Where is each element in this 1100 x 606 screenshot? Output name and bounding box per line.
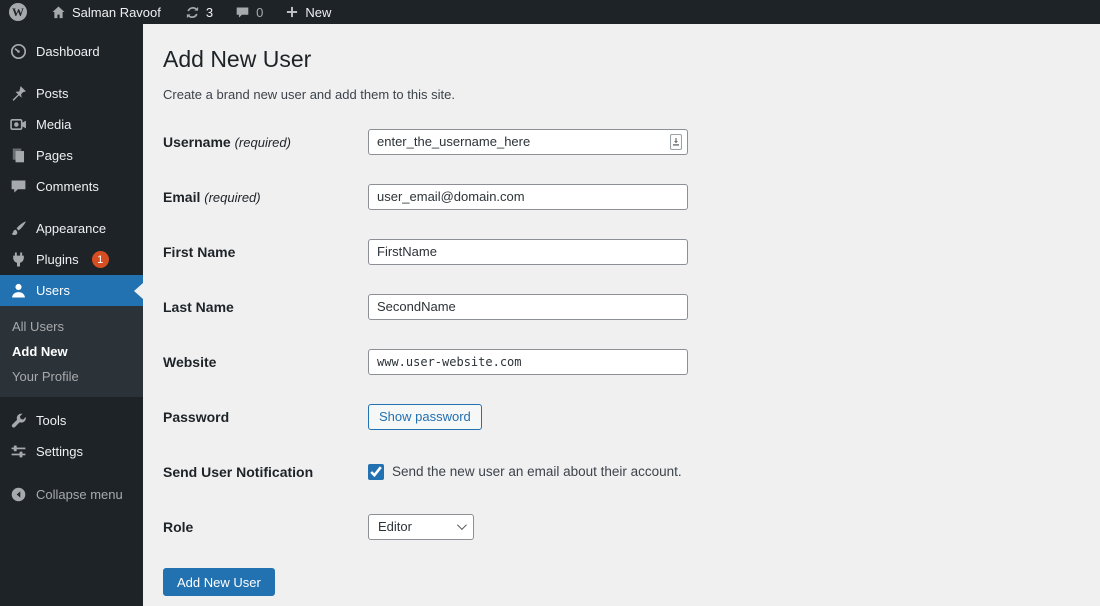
submenu-label: All Users bbox=[12, 319, 64, 334]
sidebar-item-appearance[interactable]: Appearance bbox=[0, 213, 143, 244]
add-user-form: Username (required) Email (required) bbox=[163, 114, 1080, 596]
sidebar-item-comments[interactable]: Comments bbox=[0, 171, 143, 202]
sidebar-item-collapse-menu[interactable]: Collapse menu bbox=[0, 479, 143, 510]
site-name-menu[interactable]: Salman Ravoof bbox=[43, 0, 169, 24]
plug-icon bbox=[10, 251, 27, 268]
updates-menu[interactable]: 3 bbox=[177, 0, 221, 24]
first-name-input[interactable] bbox=[368, 239, 688, 265]
sliders-icon bbox=[10, 443, 27, 460]
last-name-input[interactable] bbox=[368, 294, 688, 320]
sidebar-item-users[interactable]: Users bbox=[0, 275, 143, 306]
comment-bubble-icon bbox=[235, 5, 250, 20]
add-new-user-submit-button[interactable]: Add New User bbox=[163, 568, 275, 596]
admin-sidebar: Dashboard Posts Media Pages Commen bbox=[0, 24, 143, 606]
menu-separator bbox=[0, 467, 143, 479]
form-row-first-name: First Name bbox=[163, 224, 1080, 279]
role-selected-value: Editor bbox=[378, 519, 412, 534]
sidebar-item-plugins[interactable]: Plugins 1 bbox=[0, 244, 143, 275]
sidebar-label: Settings bbox=[36, 444, 83, 459]
extension-autofill-icon[interactable] bbox=[670, 134, 682, 150]
chevron-down-icon bbox=[457, 520, 467, 530]
first-name-label: First Name bbox=[163, 244, 368, 260]
notification-checkbox[interactable] bbox=[368, 464, 384, 480]
sidebar-item-posts[interactable]: Posts bbox=[0, 78, 143, 109]
form-row-notification: Send User Notification Send the new user… bbox=[163, 444, 1080, 499]
submenu-label: Add New bbox=[12, 344, 68, 359]
updates-icon bbox=[185, 5, 200, 20]
paintbrush-icon bbox=[10, 220, 27, 237]
main-content: Add New User Create a brand new user and… bbox=[143, 24, 1100, 606]
sidebar-label: Dashboard bbox=[36, 44, 100, 59]
admin-top-bar: W Salman Ravoof 3 0 bbox=[0, 0, 1100, 24]
password-label: Password bbox=[163, 409, 368, 425]
form-row-username: Username (required) bbox=[163, 114, 1080, 169]
sidebar-item-settings[interactable]: Settings bbox=[0, 436, 143, 467]
dashboard-gauge-icon bbox=[10, 43, 27, 60]
sidebar-label: Appearance bbox=[36, 221, 106, 236]
wrench-icon bbox=[10, 412, 27, 429]
sidebar-label: Posts bbox=[36, 86, 69, 101]
notification-label: Send User Notification bbox=[163, 464, 368, 480]
submenu-label: Your Profile bbox=[12, 369, 79, 384]
updates-count: 3 bbox=[206, 5, 213, 20]
website-label: Website bbox=[163, 354, 368, 370]
collapse-arrow-icon bbox=[10, 486, 27, 503]
submenu-item-your-profile[interactable]: Your Profile bbox=[0, 364, 143, 389]
required-note: (required) bbox=[204, 190, 260, 205]
sidebar-label: Users bbox=[36, 283, 70, 298]
required-note: (required) bbox=[235, 135, 291, 150]
role-label: Role bbox=[163, 519, 368, 535]
wordpress-admin-screen: W Salman Ravoof 3 0 bbox=[0, 0, 1100, 606]
plus-icon bbox=[285, 5, 299, 19]
plugins-update-badge: 1 bbox=[92, 251, 109, 268]
email-label: Email (required) bbox=[163, 189, 368, 205]
form-row-website: Website bbox=[163, 334, 1080, 389]
email-input[interactable] bbox=[368, 184, 688, 210]
sidebar-item-media[interactable]: Media bbox=[0, 109, 143, 140]
show-password-button[interactable]: Show password bbox=[368, 404, 482, 430]
new-label: New bbox=[305, 5, 331, 20]
pushpin-icon bbox=[10, 85, 27, 102]
menu-separator bbox=[0, 202, 143, 213]
users-submenu: All Users Add New Your Profile bbox=[0, 306, 143, 397]
comments-menu[interactable]: 0 bbox=[227, 0, 271, 24]
website-input[interactable] bbox=[368, 349, 688, 375]
username-input[interactable] bbox=[368, 129, 688, 155]
menu-separator bbox=[0, 397, 143, 405]
role-select[interactable]: Editor bbox=[368, 514, 474, 540]
submenu-item-add-new[interactable]: Add New bbox=[0, 339, 143, 364]
comments-count: 0 bbox=[256, 5, 263, 20]
sidebar-item-dashboard[interactable]: Dashboard bbox=[0, 36, 143, 67]
form-row-last-name: Last Name bbox=[163, 279, 1080, 334]
sidebar-label: Pages bbox=[36, 148, 73, 163]
sidebar-label: Plugins bbox=[36, 252, 79, 267]
sidebar-label: Tools bbox=[36, 413, 66, 428]
user-icon bbox=[10, 282, 27, 299]
wordpress-logo-menu[interactable]: W bbox=[0, 0, 35, 24]
sidebar-label: Media bbox=[36, 117, 71, 132]
menu-separator bbox=[0, 67, 143, 78]
sidebar-item-pages[interactable]: Pages bbox=[0, 140, 143, 171]
wordpress-logo-icon: W bbox=[9, 3, 27, 21]
username-input-wrap bbox=[368, 129, 688, 155]
form-row-email: Email (required) bbox=[163, 169, 1080, 224]
new-content-menu[interactable]: New bbox=[277, 0, 339, 24]
sidebar-label: Collapse menu bbox=[36, 487, 123, 502]
pages-icon bbox=[10, 147, 27, 164]
site-name-label: Salman Ravoof bbox=[72, 5, 161, 20]
page-description: Create a brand new user and add them to … bbox=[163, 87, 1080, 102]
form-row-role: Role Editor bbox=[163, 499, 1080, 554]
page-title: Add New User bbox=[163, 45, 1080, 73]
sidebar-label: Comments bbox=[36, 179, 99, 194]
comment-bubble-icon bbox=[10, 178, 27, 195]
username-label: Username (required) bbox=[163, 134, 368, 150]
home-icon bbox=[51, 5, 66, 20]
media-camera-icon bbox=[10, 116, 27, 133]
submenu-item-all-users[interactable]: All Users bbox=[0, 314, 143, 339]
form-row-password: Password Show password bbox=[163, 389, 1080, 444]
notification-checkbox-wrap: Send the new user an email about their a… bbox=[368, 464, 682, 480]
sidebar-item-tools[interactable]: Tools bbox=[0, 405, 143, 436]
last-name-label: Last Name bbox=[163, 299, 368, 315]
notification-checkbox-label: Send the new user an email about their a… bbox=[392, 464, 682, 479]
